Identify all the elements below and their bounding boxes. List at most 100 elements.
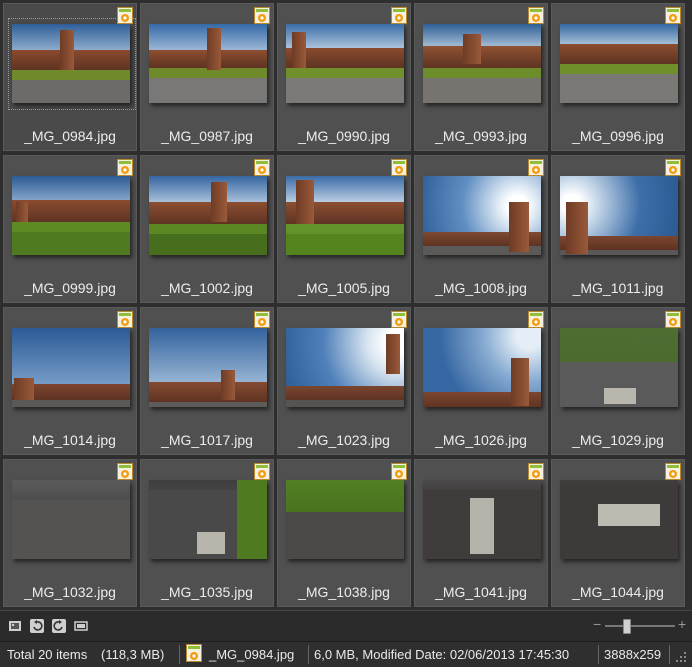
thumbnail-image[interactable] [560,176,678,255]
jpg-file-icon [528,7,544,24]
jpg-file-icon [665,311,681,328]
thumbnail-filename: _MG_0984.jpg [24,128,116,144]
thumbnail-tile[interactable]: _MG_1011.jpg [551,155,685,303]
thumbnail-image[interactable] [286,176,404,255]
thumbnail-image[interactable] [149,176,267,255]
thumbnail-tile[interactable]: _MG_0984.jpg [3,3,137,151]
thumbnail-tile[interactable]: _MG_1002.jpg [140,155,274,303]
image-dimensions: 3888x259 [604,647,662,662]
thumbnail-tile[interactable]: _MG_1017.jpg [140,307,274,455]
thumbnail-tile[interactable]: _MG_1041.jpg [414,459,548,607]
thumbnail-tile[interactable]: _MG_0993.jpg [414,3,548,151]
thumbnail-image[interactable] [12,328,130,407]
thumbnail-image[interactable] [560,328,678,407]
jpg-file-icon [117,463,133,480]
thumbnail-image[interactable] [423,328,541,407]
jpg-file-icon [391,463,407,480]
jpg-file-icon [254,463,270,480]
thumbnail-filename: _MG_0999.jpg [24,280,116,296]
jpg-file-icon [254,159,270,176]
thumbnail-tile[interactable]: _MG_1035.jpg [140,459,274,607]
thumbnail-filename: _MG_0996.jpg [572,128,664,144]
divider [669,645,670,664]
jpg-file-icon [186,644,202,665]
thumbnail-image[interactable] [286,24,404,103]
jpg-file-icon [117,159,133,176]
thumbnail-filename: _MG_1026.jpg [435,432,527,448]
thumbnail-filename: _MG_1044.jpg [572,584,664,600]
thumbnail-tile[interactable]: _MG_0996.jpg [551,3,685,151]
thumbnail-tile[interactable]: _MG_1029.jpg [551,307,685,455]
divider [179,645,180,664]
bottom-toolbar: − + [0,610,692,641]
thumbnail-filename: _MG_1032.jpg [24,584,116,600]
status-bar: Total 20 items (118,3 MB) _MG_0984.jpg 6… [0,641,692,667]
thumbnail-filename: _MG_1035.jpg [161,584,253,600]
thumbnail-filename: _MG_1029.jpg [572,432,664,448]
thumbnail-tile[interactable]: _MG_1005.jpg [277,155,411,303]
thumbnail-tile[interactable]: _MG_1044.jpg [551,459,685,607]
thumbnail-tile[interactable]: _MG_0990.jpg [277,3,411,151]
rotate-right-icon[interactable] [52,619,66,633]
thumbnail-filename: _MG_1038.jpg [298,584,390,600]
jpg-file-icon [391,159,407,176]
jpg-file-icon [665,159,681,176]
thumbnail-image[interactable] [149,24,267,103]
thumbnail-image[interactable] [423,480,541,559]
thumbnail-tile[interactable]: _MG_0987.jpg [140,3,274,151]
jpg-file-icon [665,7,681,24]
thumbnail-image[interactable] [149,328,267,407]
divider [308,645,309,664]
thumbnail-image[interactable] [286,328,404,407]
total-size: (118,3 MB) [101,647,165,662]
zoom-slider-handle[interactable] [623,619,631,634]
thumbnail-filename: _MG_0990.jpg [298,128,390,144]
jpg-file-icon [391,311,407,328]
thumbnail-filename: _MG_1041.jpg [435,584,527,600]
divider [598,645,599,664]
slideshow-icon[interactable] [8,619,22,633]
jpg-file-icon [117,311,133,328]
thumbnail-tile[interactable]: _MG_1014.jpg [3,307,137,455]
thumbnail-filename: _MG_1005.jpg [298,280,390,296]
thumbnail-image[interactable] [12,24,130,103]
current-file-name: _MG_0984.jpg [209,647,295,662]
thumbnail-tile[interactable]: _MG_1023.jpg [277,307,411,455]
thumbnail-tile[interactable]: _MG_1038.jpg [277,459,411,607]
jpg-file-icon [117,7,133,24]
thumbnail-image[interactable] [560,24,678,103]
thumbnail-image[interactable] [12,480,130,559]
thumbnail-tile[interactable]: _MG_1032.jpg [3,459,137,607]
file-info: 6,0 MB, Modified Date: 02/06/2013 17:45:… [314,647,570,662]
thumbnail-image[interactable] [423,176,541,255]
thumbnail-image[interactable] [286,480,404,559]
jpg-file-icon [528,159,544,176]
jpg-file-icon [254,311,270,328]
jpg-file-icon [391,7,407,24]
rotate-left-icon[interactable] [30,619,44,633]
thumbnail-tile[interactable]: _MG_1026.jpg [414,307,548,455]
resize-grip-icon[interactable] [676,652,688,667]
thumbnail-tile[interactable]: _MG_0999.jpg [3,155,137,303]
thumbnail-filename: _MG_1002.jpg [161,280,253,296]
thumbnail-image[interactable] [560,480,678,559]
jpg-file-icon [528,311,544,328]
jpg-file-icon [528,463,544,480]
total-items: Total 20 items [7,647,88,662]
zoom-out-button[interactable]: − [593,616,601,632]
thumbnail-filename: _MG_0993.jpg [435,128,527,144]
thumbnail-tile[interactable]: _MG_1008.jpg [414,155,548,303]
jpg-file-icon [665,463,681,480]
thumbnail-image[interactable] [12,176,130,255]
thumbnail-filename: _MG_1008.jpg [435,280,527,296]
zoom-in-button[interactable]: + [678,616,686,632]
thumbnail-filename: _MG_1017.jpg [161,432,253,448]
fullscreen-icon[interactable] [74,619,88,633]
thumbnail-filename: _MG_1014.jpg [24,432,116,448]
jpg-file-icon [254,7,270,24]
thumbnail-image[interactable] [423,24,541,103]
zoom-slider[interactable] [605,619,675,634]
thumbnail-image[interactable] [149,480,267,559]
thumbnail-filename: _MG_1023.jpg [298,432,390,448]
thumbnail-filename: _MG_1011.jpg [572,280,664,296]
